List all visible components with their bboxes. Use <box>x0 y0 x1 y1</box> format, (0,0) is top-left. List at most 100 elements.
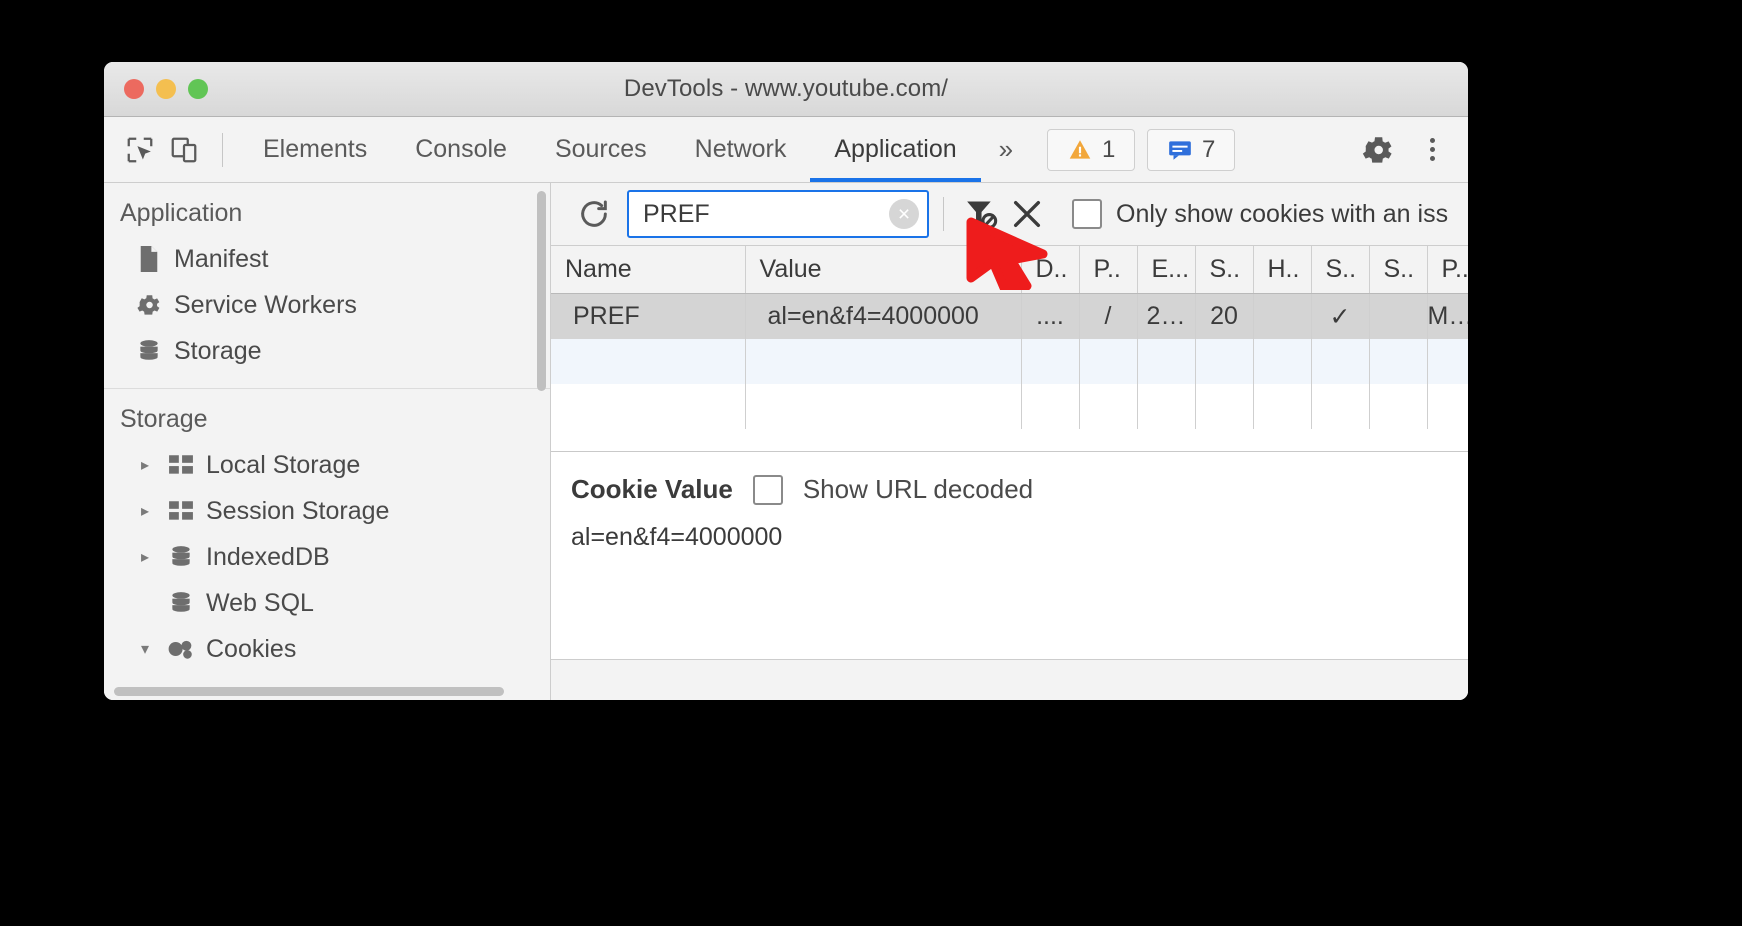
sidebar-vertical-scrollbar[interactable] <box>537 191 546 391</box>
more-options-icon[interactable] <box>1408 126 1456 174</box>
only-show-issues-label: Only show cookies with an iss <box>1116 199 1449 228</box>
more-tabs-icon[interactable]: » <box>981 117 1031 182</box>
cookie-value-header: Cookie Value Show URL decoded <box>571 474 1468 505</box>
cell-name <box>551 384 746 429</box>
cell-httponly <box>1253 339 1312 384</box>
cell-priority: M… <box>1427 293 1468 339</box>
column-header-value[interactable]: Value <box>745 246 1022 294</box>
cookie-value-text: al=en&f4=4000000 <box>571 523 783 551</box>
devtools-body: Application Manifest Service Workers Sto… <box>104 183 1468 700</box>
close-window-button[interactable] <box>124 79 144 99</box>
database-icon <box>166 590 196 616</box>
sidebar-horizontal-scrollbar[interactable] <box>114 687 504 696</box>
cell-secure: ✓ <box>1311 293 1370 339</box>
show-url-decoded-checkbox[interactable] <box>752 474 783 505</box>
cell-domain <box>1021 339 1080 384</box>
chevron-right-icon[interactable]: ▸ <box>134 501 156 521</box>
tab-console[interactable]: Console <box>391 117 531 182</box>
table-row[interactable] <box>551 384 1468 429</box>
show-url-decoded-label: Show URL decoded <box>802 474 1034 504</box>
column-header-path[interactable]: P.. <box>1079 246 1138 294</box>
gear-icon[interactable] <box>1354 126 1402 174</box>
sidebar-item-cookies[interactable]: ▾ Cookies <box>104 626 550 672</box>
column-header-priority[interactable]: P.. <box>1427 246 1468 294</box>
cell-domain <box>1021 384 1080 429</box>
inspect-element-icon[interactable] <box>118 128 162 172</box>
table-row[interactable]: PREF al=en&f4=4000000 .... / 2… 20 ✓ M… <box>551 293 1468 339</box>
column-header-name[interactable]: Name <box>551 246 746 294</box>
column-header-domain[interactable]: D.. <box>1021 246 1080 294</box>
zoom-window-button[interactable] <box>188 79 208 99</box>
message-badge[interactable]: 7 <box>1147 128 1236 171</box>
cookie-value-preview: Cookie Value Show URL decoded al=en&f4=4… <box>551 451 1468 659</box>
database-icon <box>134 338 164 364</box>
sidebar-item-service-workers[interactable]: Service Workers <box>104 282 550 328</box>
sidebar-item-label: Session Storage <box>206 496 390 525</box>
warning-badge[interactable]: 1 <box>1047 128 1136 171</box>
table-icon <box>166 454 196 476</box>
traffic-lights <box>124 79 208 99</box>
cell-value: al=en&f4=4000000 <box>745 293 1022 339</box>
tab-network[interactable]: Network <box>671 117 811 182</box>
cell-domain: .... <box>1021 293 1080 339</box>
chevron-right-icon[interactable]: ▸ <box>134 547 156 567</box>
sidebar-item-session-storage[interactable]: ▸ Session Storage <box>104 488 550 534</box>
cell-priority <box>1427 384 1468 429</box>
message-bubble-icon <box>1169 140 1191 160</box>
sidebar-item-web-sql[interactable]: Web SQL <box>104 580 550 626</box>
sidebar-item-label: Service Workers <box>174 290 357 319</box>
message-badge-count: 7 <box>1201 135 1216 163</box>
toolbar-divider <box>222 132 223 167</box>
cell-size <box>1195 384 1254 429</box>
cell-secure <box>1311 384 1370 429</box>
cookies-table-container[interactable]: Name Value D.. P.. E... S.. H.. S.. S.. … <box>551 246 1468 451</box>
column-header-secure[interactable]: S.. <box>1311 246 1370 294</box>
table-header-row: Name Value D.. P.. E... S.. H.. S.. S.. … <box>551 246 1468 294</box>
cookies-toolbar: PREF × Only show cookies with an iss <box>551 183 1468 246</box>
device-toolbar-icon[interactable] <box>162 128 206 172</box>
sidebar-item-storage[interactable]: Storage <box>104 328 550 374</box>
tab-elements[interactable]: Elements <box>239 117 391 182</box>
sidebar-item-manifest[interactable]: Manifest <box>104 236 550 282</box>
clear-all-cookies-icon[interactable] <box>1004 191 1050 237</box>
search-input-value: PREF <box>643 199 710 228</box>
toolbar-divider <box>943 197 944 231</box>
cell-name <box>551 339 746 384</box>
sidebar-item-local-storage[interactable]: ▸ Local Storage <box>104 442 550 488</box>
only-show-issues-checkbox[interactable]: Only show cookies with an iss <box>1072 199 1448 229</box>
column-header-httponly[interactable]: H.. <box>1253 246 1312 294</box>
tab-application[interactable]: Application <box>810 117 980 182</box>
document-icon <box>134 246 164 272</box>
clear-search-icon[interactable]: × <box>889 199 919 229</box>
cell-samesite <box>1369 293 1428 339</box>
devtools-tabstrip: Elements Console Sources Network Applica… <box>104 117 1468 183</box>
search-input[interactable]: PREF × <box>627 190 929 238</box>
refresh-icon[interactable] <box>571 191 617 237</box>
cookie-value-title: Cookie Value <box>571 474 733 504</box>
warning-badge-count: 1 <box>1101 135 1116 163</box>
chevron-down-icon[interactable]: ▾ <box>134 639 156 659</box>
cell-value <box>745 384 1022 429</box>
table-row[interactable] <box>551 339 1468 384</box>
cell-priority <box>1427 339 1468 384</box>
minimize-window-button[interactable] <box>156 79 176 99</box>
chevron-right-icon[interactable]: ▸ <box>134 455 156 475</box>
sidebar-item-label: IndexedDB <box>206 542 330 571</box>
cell-samesite <box>1369 384 1428 429</box>
panel-statusbar <box>551 659 1468 700</box>
column-header-expires[interactable]: E... <box>1137 246 1196 294</box>
sidebar-item-indexeddb[interactable]: ▸ IndexedDB <box>104 534 550 580</box>
issue-badges: 1 7 <box>1047 128 1236 171</box>
checkbox-box[interactable] <box>1072 199 1102 229</box>
cell-path <box>1079 339 1138 384</box>
column-header-size[interactable]: S.. <box>1195 246 1254 294</box>
tab-sources[interactable]: Sources <box>531 117 671 182</box>
cell-path: / <box>1079 293 1138 339</box>
cell-expires <box>1137 339 1196 384</box>
sidebar-item-label: Cookies <box>206 634 297 663</box>
column-header-samesite[interactable]: S.. <box>1369 246 1428 294</box>
cell-samesite <box>1369 339 1428 384</box>
cell-secure <box>1311 339 1370 384</box>
cell-size: 20 <box>1195 293 1254 339</box>
clear-filtered-cookies-icon[interactable] <box>958 191 1004 237</box>
